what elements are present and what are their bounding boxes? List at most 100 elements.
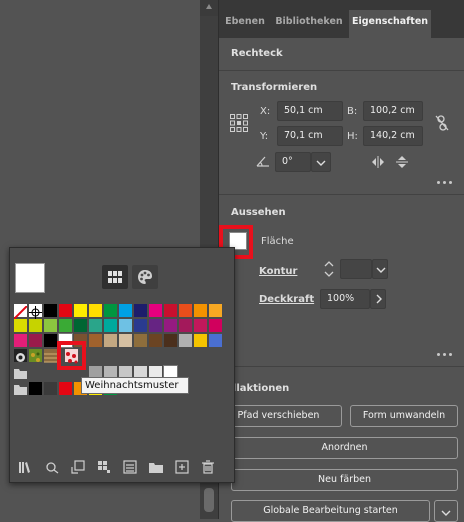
color-swatch[interactable] [164, 334, 177, 347]
swatch-options-icon[interactable] [97, 460, 111, 474]
tab-libraries[interactable]: Bibliotheken [271, 10, 347, 38]
stroke-label[interactable]: Kontur [259, 266, 297, 277]
opacity-label[interactable]: Deckkraft [259, 294, 314, 305]
scroll-up-arrow[interactable] [200, 0, 218, 16]
current-fill-preview [15, 263, 45, 293]
swatch-libraries-icon[interactable] [18, 460, 32, 474]
color-swatch[interactable] [194, 304, 207, 317]
stroke-weight-input[interactable] [340, 259, 372, 279]
color-swatch[interactable] [59, 319, 72, 332]
color-swatch[interactable] [29, 319, 42, 332]
chevron-right-icon [375, 294, 383, 304]
new-swatch-icon[interactable] [175, 460, 189, 474]
height-label: H: [347, 131, 358, 142]
color-swatch[interactable] [59, 304, 72, 317]
color-swatch[interactable] [29, 334, 42, 347]
color-swatch[interactable] [44, 382, 57, 395]
more-options-icon[interactable] [437, 353, 453, 359]
flip-vertical-icon[interactable] [396, 155, 408, 169]
color-swatch[interactable] [59, 382, 72, 395]
color-palette-icon [137, 269, 153, 285]
color-swatch[interactable] [104, 304, 117, 317]
tab-layers[interactable]: Ebenen [223, 10, 267, 38]
delete-swatch-icon[interactable] [201, 460, 215, 474]
x-label: X: [260, 106, 271, 117]
color-swatch[interactable] [44, 334, 57, 347]
color-swatch[interactable] [74, 304, 87, 317]
scrollbar-thumb[interactable] [204, 488, 214, 512]
panel-tab-bar: Ebenen Bibliotheken Eigenschaften [219, 0, 464, 38]
height-input[interactable]: 140,2 cm [363, 126, 423, 146]
color-swatch[interactable] [89, 319, 102, 332]
place-swatch-icon[interactable] [71, 460, 85, 474]
color-swatch[interactable] [14, 334, 27, 347]
weihnachtsmuster-swatch[interactable] [65, 349, 78, 364]
convert-shape-button[interactable]: Form umwandeln [350, 405, 458, 427]
color-swatch[interactable] [194, 319, 207, 332]
color-swatch[interactable] [74, 319, 87, 332]
color-swatch[interactable] [149, 319, 162, 332]
color-swatch[interactable] [134, 319, 147, 332]
color-swatch[interactable] [89, 334, 102, 347]
divider [219, 194, 464, 195]
folder-icon [14, 384, 27, 395]
angle-input[interactable]: 0° [275, 152, 311, 172]
pattern-swatch[interactable] [29, 349, 42, 362]
y-label: Y: [260, 131, 269, 142]
color-swatch[interactable] [209, 319, 222, 332]
color-swatch[interactable] [134, 304, 147, 317]
color-swatch[interactable] [194, 334, 207, 347]
object-type-label: Rechteck [231, 48, 283, 59]
width-label: B: [347, 106, 358, 117]
angle-dropdown[interactable] [311, 152, 331, 172]
x-position-input[interactable]: 50,1 cm [277, 101, 343, 121]
opacity-input[interactable]: 100% [320, 289, 370, 309]
divider [219, 366, 464, 367]
color-swatch[interactable] [14, 319, 27, 332]
divider [219, 70, 464, 71]
tab-properties[interactable]: Eigenschaften [349, 10, 431, 38]
properties-panel: Ebenen Bibliotheken Eigenschaften Rechte… [215, 0, 464, 522]
flip-horizontal-icon[interactable] [371, 156, 385, 168]
registration-swatch[interactable] [29, 304, 42, 319]
opacity-dropdown[interactable] [370, 289, 386, 309]
recolor-button[interactable]: Neu färben [231, 469, 458, 491]
color-swatch[interactable] [44, 304, 57, 317]
color-swatch[interactable] [209, 304, 222, 317]
color-swatch[interactable] [149, 304, 162, 317]
stroke-weight-stepper[interactable] [322, 259, 336, 279]
width-input[interactable]: 100,2 cm [363, 101, 423, 121]
pattern-swatch[interactable] [14, 349, 27, 362]
color-swatch[interactable] [119, 334, 132, 347]
color-swatch[interactable] [164, 304, 177, 317]
color-group-icon[interactable] [123, 460, 137, 474]
color-swatch[interactable] [209, 334, 222, 347]
color-panel-button[interactable] [132, 265, 158, 289]
show-swatch-kinds-icon[interactable] [45, 460, 59, 474]
color-swatch[interactable] [29, 382, 42, 395]
constrain-proportions-icon[interactable] [435, 115, 449, 131]
y-position-input[interactable]: 70,1 cm [277, 126, 343, 146]
color-swatch[interactable] [179, 304, 192, 317]
color-swatch[interactable] [89, 304, 102, 317]
color-swatch[interactable] [104, 319, 117, 332]
swatch-grid-view-button[interactable] [102, 265, 128, 289]
color-swatch[interactable] [149, 334, 162, 347]
color-swatch[interactable] [119, 319, 132, 332]
chevron-down-icon [376, 264, 386, 273]
swatches-flyout-panel [9, 247, 235, 483]
pattern-swatch[interactable] [44, 349, 57, 363]
color-swatch[interactable] [134, 334, 147, 347]
color-swatch[interactable] [104, 334, 117, 347]
none-swatch[interactable] [13, 304, 28, 320]
reference-point-icon[interactable] [229, 113, 249, 133]
color-swatch[interactable] [179, 334, 192, 347]
color-swatch[interactable] [179, 319, 192, 332]
color-swatch[interactable] [44, 319, 57, 332]
arrange-button[interactable]: Anordnen [231, 437, 458, 459]
stroke-weight-dropdown[interactable] [372, 259, 388, 279]
color-swatch[interactable] [119, 304, 132, 317]
new-color-group-icon[interactable] [149, 460, 163, 474]
more-options-icon[interactable] [437, 181, 453, 187]
color-swatch[interactable] [164, 319, 177, 332]
